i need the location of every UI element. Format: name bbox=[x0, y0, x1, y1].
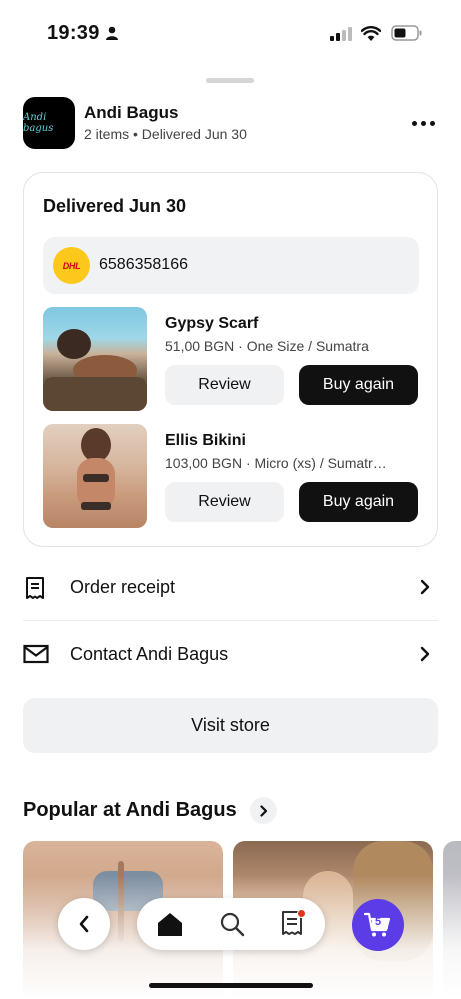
more-dot-icon bbox=[411, 120, 417, 126]
cart-count-badge: 5 bbox=[374, 916, 382, 928]
order-item: Gypsy Scarf 51,00 BGN · One Size / Sumat… bbox=[43, 307, 419, 411]
review-button[interactable]: Review bbox=[165, 482, 284, 522]
notification-dot bbox=[297, 909, 306, 918]
bottom-nav bbox=[137, 898, 325, 950]
home-icon[interactable] bbox=[157, 911, 183, 937]
review-button[interactable]: Review bbox=[165, 365, 284, 405]
wifi-icon bbox=[361, 26, 381, 41]
item-meta: 51,00 BGN · One Size / Sumatra bbox=[165, 338, 369, 354]
contact-store-row[interactable]: Contact Andi Bagus bbox=[23, 622, 438, 688]
chevron-right-icon bbox=[259, 804, 267, 817]
store-logo-text: Andi bagus bbox=[23, 112, 54, 134]
tracking-row[interactable]: DHL 6586358166 bbox=[43, 237, 419, 294]
person-icon bbox=[106, 26, 118, 40]
order-receipt-row[interactable]: Order receipt bbox=[23, 555, 438, 621]
order-item: Ellis Bikini 103,00 BGN · Micro (xs) / S… bbox=[43, 424, 419, 528]
order-status-title: Delivered Jun 30 bbox=[43, 196, 187, 216]
order-card: Delivered Jun 30 DHL 6586358166 Gypsy Sc… bbox=[23, 172, 438, 547]
home-indicator bbox=[149, 983, 313, 988]
more-dot-icon bbox=[429, 120, 435, 126]
store-name: Andi Bagus bbox=[84, 103, 179, 122]
order-summary: 2 items • Delivered Jun 30 bbox=[84, 126, 247, 142]
visit-store-button[interactable]: Visit store bbox=[23, 698, 438, 753]
store-header: Andi bagus Andi Bagus 2 items • Delivere… bbox=[23, 97, 438, 149]
contact-store-label: Contact Andi Bagus bbox=[70, 644, 229, 664]
item-name: Gypsy Scarf bbox=[165, 315, 259, 332]
buy-again-button[interactable]: Buy again bbox=[299, 365, 418, 405]
product-image[interactable] bbox=[43, 424, 147, 528]
receipt-icon bbox=[26, 577, 44, 599]
chevron-right-icon bbox=[420, 579, 430, 595]
cart-button[interactable]: 5 bbox=[352, 899, 404, 951]
buy-again-button[interactable]: Buy again bbox=[299, 482, 418, 522]
more-options-button[interactable] bbox=[408, 113, 438, 133]
status-bar: 19:39 bbox=[0, 0, 461, 64]
dhl-logo-text: DHL bbox=[62, 260, 81, 271]
store-logo[interactable]: Andi bagus bbox=[23, 97, 75, 149]
more-dot-icon bbox=[420, 120, 426, 126]
search-icon[interactable] bbox=[219, 911, 245, 937]
chevron-left-icon bbox=[79, 915, 89, 933]
popular-section-title: Popular at Andi Bagus bbox=[23, 799, 237, 821]
battery-icon bbox=[391, 25, 422, 41]
dhl-logo: DHL bbox=[53, 247, 90, 284]
item-name: Ellis Bikini bbox=[165, 432, 246, 449]
mail-icon bbox=[23, 644, 49, 664]
chevron-right-icon bbox=[420, 646, 430, 662]
popular-see-more-button[interactable] bbox=[250, 797, 277, 824]
tracking-number: 6586358166 bbox=[99, 256, 188, 273]
sheet-handle[interactable] bbox=[206, 78, 254, 83]
product-image[interactable] bbox=[43, 307, 147, 411]
item-meta: 103,00 BGN · Micro (xs) / Sumatr… bbox=[165, 455, 387, 471]
back-button[interactable] bbox=[58, 898, 110, 950]
cellular-signal-icon bbox=[330, 27, 352, 41]
status-time: 19:39 bbox=[47, 22, 100, 44]
order-receipt-label: Order receipt bbox=[70, 577, 176, 597]
